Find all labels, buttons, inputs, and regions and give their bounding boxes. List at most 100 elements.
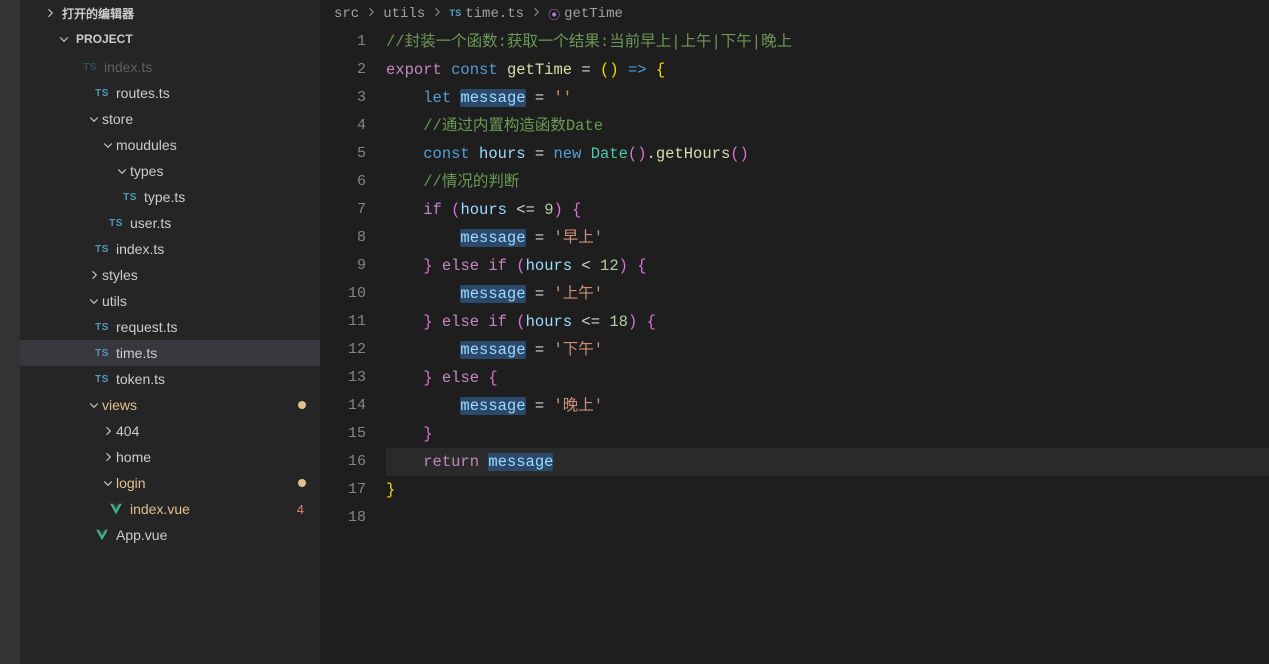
line-number: 16 bbox=[320, 448, 366, 476]
chevron-down-icon bbox=[56, 33, 72, 45]
line-number: 8 bbox=[320, 224, 366, 252]
file-label: types bbox=[130, 163, 310, 179]
file-label: utils bbox=[102, 293, 310, 309]
ts-icon: TS bbox=[92, 374, 112, 385]
code-line[interactable]: message = '上午' bbox=[386, 280, 1269, 308]
tree-file[interactable]: TStoken.ts bbox=[20, 366, 320, 392]
line-number: 4 bbox=[320, 112, 366, 140]
file-label: index.vue bbox=[130, 501, 297, 517]
code-line[interactable]: export const getTime = () => { bbox=[386, 56, 1269, 84]
code-line[interactable]: } else { bbox=[386, 364, 1269, 392]
git-modified-dot-icon bbox=[298, 479, 306, 487]
line-number: 17 bbox=[320, 476, 366, 504]
ts-icon: TS bbox=[92, 88, 112, 99]
code-area[interactable]: 123456789101112131415161718 //封装一个函数:获取一… bbox=[320, 28, 1269, 664]
code-line[interactable] bbox=[386, 504, 1269, 532]
ts-icon: TS bbox=[106, 218, 126, 229]
chevron-right-icon bbox=[365, 6, 377, 22]
code-line[interactable]: message = '早上' bbox=[386, 224, 1269, 252]
tree-file[interactable]: TSuser.ts bbox=[20, 210, 320, 236]
project-header[interactable]: PROJECT bbox=[20, 26, 320, 52]
open-editors-header[interactable]: 打开的编辑器 bbox=[20, 0, 320, 26]
file-label: routes.ts bbox=[116, 85, 310, 101]
ts-icon: TS bbox=[80, 62, 100, 73]
file-label: request.ts bbox=[116, 319, 310, 335]
tree-folder[interactable]: 404 bbox=[20, 418, 320, 444]
tree-file[interactable]: TS index.ts bbox=[20, 54, 320, 80]
code-line[interactable]: const hours = new Date().getHours() bbox=[386, 140, 1269, 168]
code-line[interactable]: let message = '' bbox=[386, 84, 1269, 112]
editor: srcutilsTStime.ts⦿getTime 12345678910111… bbox=[320, 0, 1269, 664]
tree-file[interactable]: App.vue bbox=[20, 522, 320, 548]
line-number: 3 bbox=[320, 84, 366, 112]
breadcrumb-item[interactable]: utils bbox=[383, 6, 425, 22]
breadcrumb-item[interactable]: src bbox=[334, 6, 359, 22]
code-content[interactable]: //封装一个函数:获取一个结果:当前早上|上午|下午|晚上export cons… bbox=[386, 28, 1269, 664]
ts-icon: TS bbox=[92, 244, 112, 255]
project-label: PROJECT bbox=[76, 32, 133, 46]
tree-folder[interactable]: moudules bbox=[20, 132, 320, 158]
ts-icon: TS bbox=[120, 192, 140, 203]
tree-file[interactable]: TS index.ts bbox=[20, 236, 320, 262]
line-number: 14 bbox=[320, 392, 366, 420]
tree-file[interactable]: TS routes.ts bbox=[20, 80, 320, 106]
code-line[interactable]: } bbox=[386, 476, 1269, 504]
tree-file[interactable]: TS type.ts bbox=[20, 184, 320, 210]
vue-icon bbox=[106, 502, 126, 516]
tree-file[interactable]: TStime.ts bbox=[20, 340, 320, 366]
file-tree: TS index.ts TS routes.ts store moudules types T… bbox=[20, 52, 320, 548]
code-line[interactable]: //通过内置构造函数Date bbox=[386, 112, 1269, 140]
file-label: store bbox=[102, 111, 310, 127]
line-number: 6 bbox=[320, 168, 366, 196]
tree-file[interactable]: index.vue4 bbox=[20, 496, 320, 522]
code-line[interactable]: } bbox=[386, 420, 1269, 448]
tree-folder[interactable]: login bbox=[20, 470, 320, 496]
activity-bar[interactable] bbox=[0, 0, 20, 664]
file-label: type.ts bbox=[144, 189, 310, 205]
git-modified-dot-icon bbox=[298, 401, 306, 409]
code-line[interactable]: } else if (hours <= 18) { bbox=[386, 308, 1269, 336]
breadcrumb-label: getTime bbox=[564, 6, 623, 22]
chevron-right-icon bbox=[431, 6, 443, 22]
file-label: moudules bbox=[116, 137, 310, 153]
breadcrumb-item[interactable]: ⦿getTime bbox=[548, 6, 623, 23]
git-problem-count: 4 bbox=[297, 502, 304, 517]
chevron-right-icon bbox=[86, 269, 102, 281]
code-line[interactable]: //封装一个函数:获取一个结果:当前早上|上午|下午|晚上 bbox=[386, 28, 1269, 56]
tree-folder[interactable]: utils bbox=[20, 288, 320, 314]
file-label: login bbox=[116, 475, 298, 491]
line-number: 11 bbox=[320, 308, 366, 336]
tree-folder[interactable]: styles bbox=[20, 262, 320, 288]
tree-folder[interactable]: views bbox=[20, 392, 320, 418]
gutter: 123456789101112131415161718 bbox=[320, 28, 386, 664]
breadcrumb-label: src bbox=[334, 6, 359, 22]
code-line[interactable]: message = '下午' bbox=[386, 336, 1269, 364]
ts-icon: TS bbox=[92, 322, 112, 333]
breadcrumb-label: time.ts bbox=[465, 6, 524, 22]
code-line[interactable]: //情况的判断 bbox=[386, 168, 1269, 196]
tree-folder[interactable]: home bbox=[20, 444, 320, 470]
file-label: index.ts bbox=[104, 59, 310, 75]
function-icon: ⦿ bbox=[548, 6, 560, 23]
file-label: 404 bbox=[116, 423, 310, 439]
code-line[interactable]: message = '晚上' bbox=[386, 392, 1269, 420]
file-label: views bbox=[102, 397, 298, 413]
code-line[interactable]: if (hours <= 9) { bbox=[386, 196, 1269, 224]
tree-folder[interactable]: store bbox=[20, 106, 320, 132]
line-number: 5 bbox=[320, 140, 366, 168]
code-line[interactable]: return message bbox=[386, 448, 1269, 476]
chevron-down-icon bbox=[114, 165, 130, 177]
file-label: styles bbox=[102, 267, 310, 283]
breadcrumbs[interactable]: src utils TStime.ts ⦿getTime bbox=[320, 0, 1269, 28]
chevron-down-icon bbox=[100, 477, 116, 489]
breadcrumb-label: utils bbox=[383, 6, 425, 22]
code-line[interactable]: } else if (hours < 12) { bbox=[386, 252, 1269, 280]
file-label: index.ts bbox=[116, 241, 310, 257]
line-number: 12 bbox=[320, 336, 366, 364]
tree-folder[interactable]: types bbox=[20, 158, 320, 184]
chevron-down-icon bbox=[100, 139, 116, 151]
chevron-down-icon bbox=[86, 399, 102, 411]
breadcrumb-item[interactable]: TStime.ts bbox=[449, 6, 524, 22]
tree-file[interactable]: TS request.ts bbox=[20, 314, 320, 340]
file-label: App.vue bbox=[116, 527, 310, 543]
